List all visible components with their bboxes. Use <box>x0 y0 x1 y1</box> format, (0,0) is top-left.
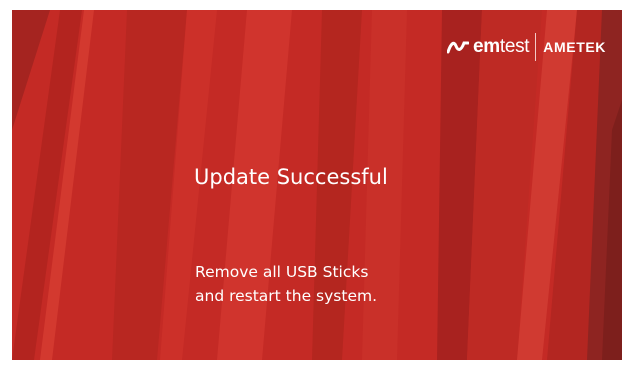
status-message-line-2: and restart the system. <box>195 287 378 305</box>
wave-logo-icon <box>446 41 469 54</box>
logo-test-text: test <box>499 36 530 57</box>
status-message: Remove all USB Sticks and restart the sy… <box>195 260 377 308</box>
display-frame: em test AMETEK Update Successful Remove … <box>0 0 633 369</box>
status-message-line-1: Remove all USB Sticks <box>195 263 369 281</box>
update-status-screen: em test AMETEK Update Successful Remove … <box>12 10 622 360</box>
status-title: Update Successful <box>194 165 388 189</box>
emtest-ametek-logo: em test AMETEK <box>446 32 606 62</box>
logo-ametek-text: AMETEK <box>543 39 606 55</box>
logo-divider <box>535 33 537 61</box>
logo-em-text: em <box>472 36 500 57</box>
